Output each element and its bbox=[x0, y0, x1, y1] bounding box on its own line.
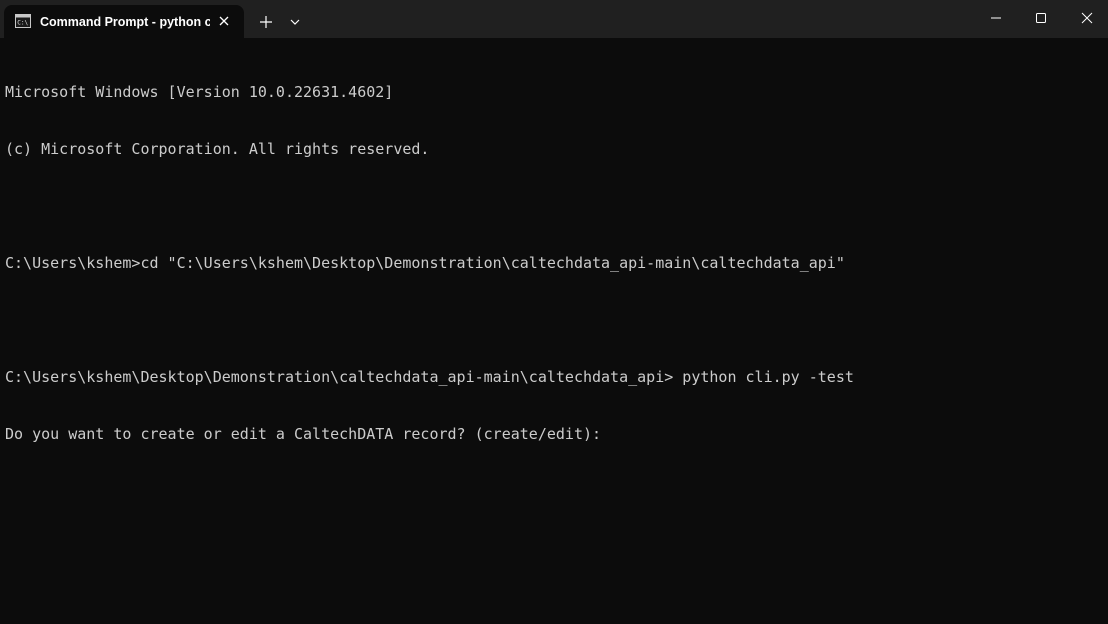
console-line: C:\Users\kshem\Desktop\Demonstration\cal… bbox=[5, 368, 854, 386]
console-output[interactable]: Microsoft Windows [Version 10.0.22631.46… bbox=[5, 45, 1103, 615]
tab-title: Command Prompt - python c bbox=[40, 15, 210, 29]
maximize-icon bbox=[1036, 13, 1046, 23]
console-prompt-line: Do you want to create or edit a CaltechD… bbox=[5, 425, 602, 443]
minimize-icon bbox=[991, 17, 1001, 19]
maximize-button[interactable] bbox=[1018, 0, 1064, 36]
cmd-icon: C:\ bbox=[15, 14, 31, 28]
console-line: (c) Microsoft Corporation. All rights re… bbox=[5, 140, 430, 158]
close-window-button[interactable] bbox=[1064, 0, 1108, 36]
console-line: C:\Users\kshem>cd "C:\Users\kshem\Deskto… bbox=[5, 254, 845, 272]
close-icon bbox=[1081, 12, 1093, 24]
tab-command-prompt[interactable]: C:\ Command Prompt - python c bbox=[4, 5, 244, 38]
chevron-down-icon[interactable] bbox=[287, 14, 303, 30]
svg-text:C:\: C:\ bbox=[17, 20, 28, 27]
close-tab-icon[interactable] bbox=[216, 13, 232, 29]
console-line: Microsoft Windows [Version 10.0.22631.46… bbox=[5, 83, 394, 101]
terminal-window: C:\ Command Prompt - python c Microsoft … bbox=[0, 0, 1108, 624]
new-tab-button[interactable] bbox=[257, 13, 275, 31]
minimize-button[interactable] bbox=[973, 0, 1019, 36]
title-bar: C:\ Command Prompt - python c bbox=[0, 0, 1108, 38]
